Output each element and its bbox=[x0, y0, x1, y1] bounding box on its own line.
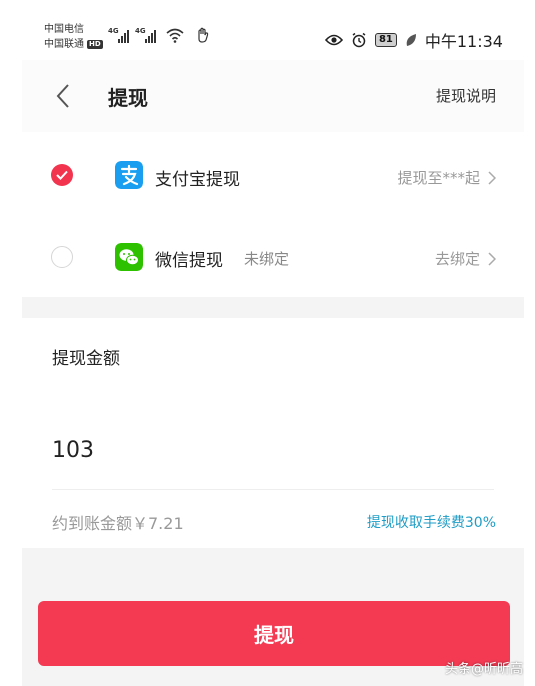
hand-icon bbox=[198, 27, 209, 43]
signal-2-icon: 4G bbox=[135, 27, 156, 43]
amount-label: 提现金额 bbox=[52, 349, 120, 369]
signal-indicators: 4G 4G bbox=[108, 27, 210, 43]
alarm-icon bbox=[352, 32, 366, 48]
withdraw-instructions-link[interactable]: 提现说明 bbox=[436, 85, 496, 106]
alipay-detail[interactable]: 提现至***起 bbox=[397, 167, 496, 188]
signal-1-icon: 4G bbox=[108, 27, 129, 43]
status-right: 81 中午11:34 bbox=[324, 28, 503, 52]
network-1-label: 4G bbox=[108, 27, 119, 35]
wechat-status: 未绑定 bbox=[244, 250, 290, 268]
battery-indicator: 81 bbox=[374, 33, 397, 47]
withdraw-button[interactable]: 提现 bbox=[38, 601, 510, 666]
status-bar: 中国电信 中国联通 HD 4G 4G 81 中午11:34 bbox=[0, 0, 535, 60]
fee-link[interactable]: 提现收取手续费30% bbox=[367, 512, 496, 532]
network-2-label: 4G bbox=[135, 27, 146, 35]
wechat-label: 微信提现 bbox=[155, 251, 223, 271]
watermark: 头条@昕昕高 bbox=[444, 662, 523, 677]
section-divider bbox=[22, 297, 524, 318]
eye-icon bbox=[324, 34, 343, 46]
hd-badge: HD bbox=[87, 40, 103, 49]
page-title: 提现 bbox=[108, 86, 148, 110]
wechat-bind-link[interactable]: 去绑定 bbox=[435, 248, 496, 269]
alipay-detail-text: 提现至***起 bbox=[397, 169, 480, 187]
chevron-right-icon bbox=[488, 170, 496, 185]
wechat-bind-text: 去绑定 bbox=[434, 250, 480, 268]
method-alipay[interactable]: 支付宝提现 提现至***起 bbox=[22, 134, 524, 214]
carrier-info: 中国电信 中国联通 HD bbox=[44, 22, 103, 52]
amount-divider bbox=[52, 489, 494, 490]
carrier-1: 中国电信 bbox=[44, 24, 84, 35]
withdraw-methods: 支付宝提现 提现至***起 微信提现 未绑定 去绑定 bbox=[22, 132, 524, 297]
arrival-amount: 约到账金额￥7.21 bbox=[52, 514, 184, 533]
carrier-2: 中国联通 bbox=[44, 39, 84, 50]
wechat-radio[interactable] bbox=[51, 246, 73, 268]
chevron-right-icon bbox=[488, 251, 496, 266]
amount-input[interactable]: 103 bbox=[52, 438, 94, 463]
leaf-icon bbox=[406, 34, 416, 46]
amount-section: 提现金额 103 约到账金额￥7.21 提现收取手续费30% bbox=[22, 318, 524, 548]
alipay-label: 支付宝提现 bbox=[155, 170, 240, 190]
check-icon bbox=[56, 170, 68, 180]
nav-bar: 提现 提现说明 bbox=[22, 60, 524, 132]
wechat-icon bbox=[115, 243, 143, 271]
alipay-icon bbox=[115, 161, 143, 189]
wifi-icon bbox=[166, 28, 184, 43]
clock: 中午11:34 bbox=[424, 32, 503, 51]
method-wechat[interactable]: 微信提现 未绑定 去绑定 bbox=[22, 217, 524, 297]
back-arrow-icon[interactable] bbox=[52, 82, 74, 110]
alipay-radio[interactable] bbox=[51, 164, 73, 186]
